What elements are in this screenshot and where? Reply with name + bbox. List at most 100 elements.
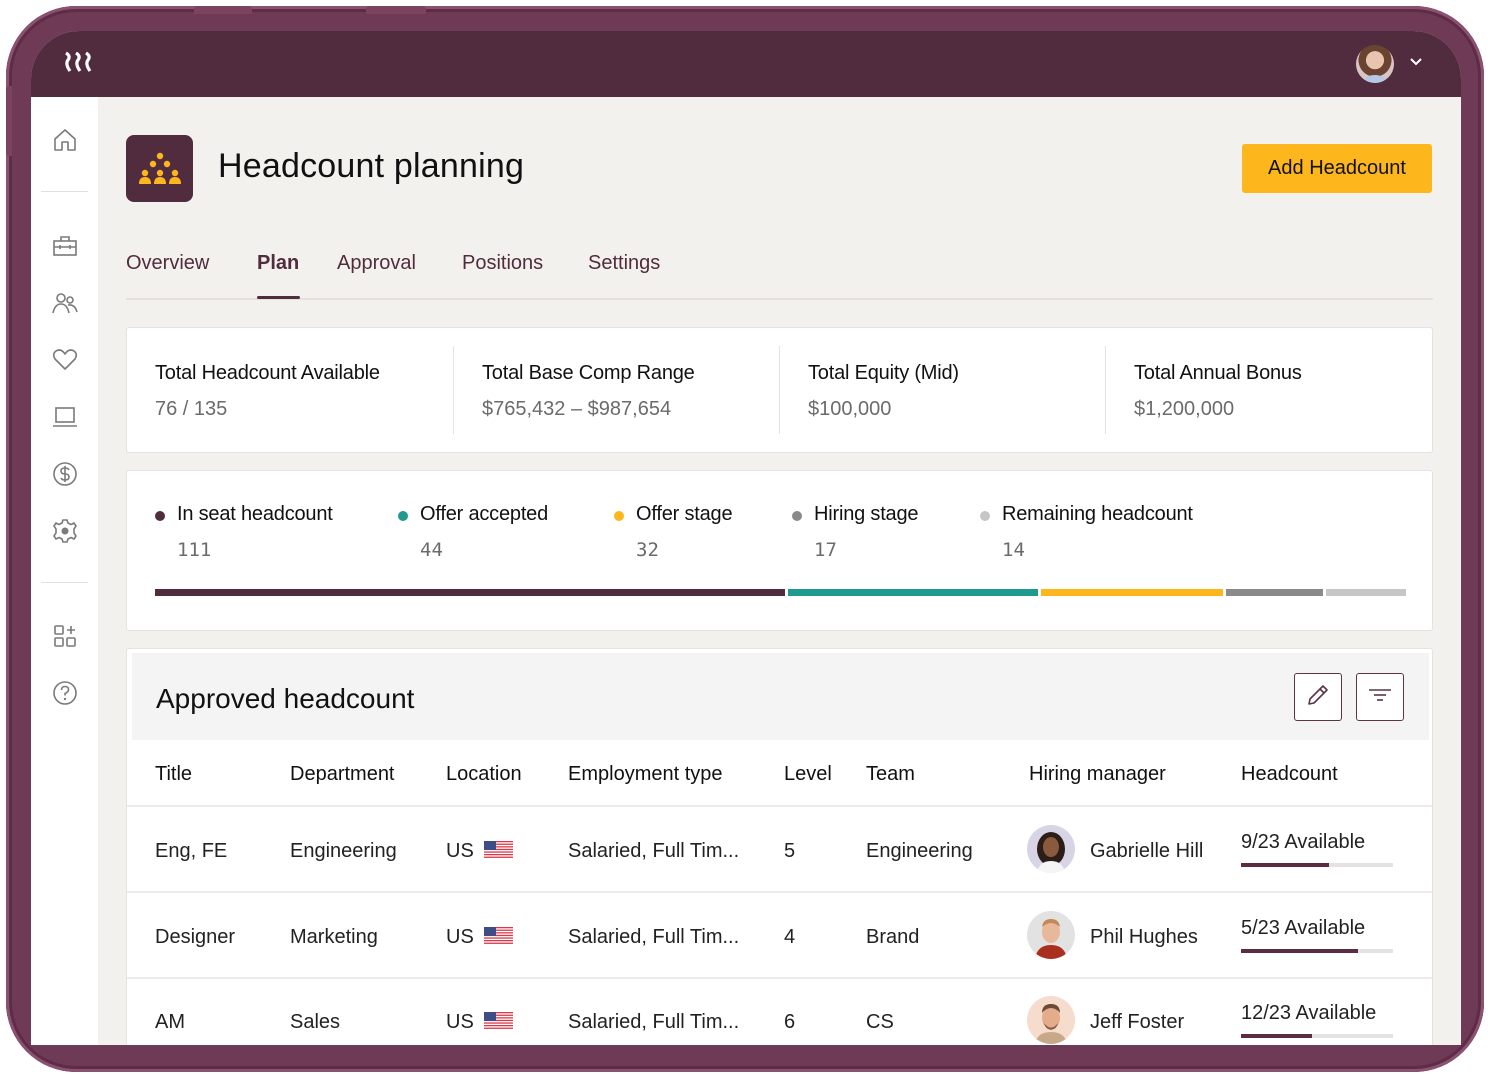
home-icon[interactable] bbox=[52, 127, 78, 153]
cell-headcount: 12/23 Available bbox=[1241, 1002, 1377, 1024]
help-icon[interactable] bbox=[52, 680, 78, 706]
pipeline-segment-offer-stage bbox=[1041, 589, 1223, 596]
legend-label: Remaining headcount bbox=[1002, 503, 1193, 525]
location-text: US bbox=[446, 926, 474, 948]
stat-divider bbox=[1105, 346, 1106, 434]
gear-icon[interactable] bbox=[52, 518, 78, 544]
row-divider bbox=[127, 977, 1432, 979]
column-header-department[interactable]: Department bbox=[290, 763, 395, 786]
row-divider bbox=[127, 805, 1432, 807]
column-header-team[interactable]: Team bbox=[866, 763, 915, 786]
page-title: Headcount planning bbox=[218, 147, 525, 185]
edit-button[interactable] bbox=[1294, 673, 1342, 721]
cell-hiring-manager[interactable]: Gabrielle Hill bbox=[1090, 840, 1203, 863]
stat-label: Total Annual Bonus bbox=[1134, 362, 1302, 384]
laptop-icon[interactable] bbox=[52, 404, 78, 430]
add-headcount-button[interactable]: Add Headcount bbox=[1242, 144, 1432, 193]
legend-dot bbox=[398, 511, 408, 521]
cell-hiring-manager[interactable]: Phil Hughes bbox=[1090, 926, 1198, 949]
device-button bbox=[366, 6, 426, 14]
manager-avatar bbox=[1027, 825, 1075, 873]
headcount-progress bbox=[1241, 949, 1393, 953]
headcount-icon bbox=[126, 135, 193, 202]
device-button bbox=[6, 86, 12, 156]
cell-employment-type: Salaried, Full Tim... bbox=[568, 1011, 740, 1033]
people-icon[interactable] bbox=[52, 290, 78, 316]
pencil-icon bbox=[1305, 682, 1331, 713]
legend-label: Offer accepted bbox=[420, 503, 549, 525]
headcount-progress-fill bbox=[1241, 863, 1330, 867]
cell-hiring-manager[interactable]: Jeff Foster bbox=[1090, 1011, 1184, 1034]
top-bar bbox=[31, 31, 1461, 97]
stats-summary: Total Headcount Available 76 / 135 Total… bbox=[126, 327, 1433, 453]
legend-label: In seat headcount bbox=[177, 503, 333, 525]
legend-value: 14 bbox=[1002, 539, 1025, 561]
legend-value: 17 bbox=[814, 539, 837, 561]
cell-department: Sales bbox=[290, 1011, 341, 1033]
stat-divider bbox=[453, 346, 454, 434]
main-content: Headcount planning Add Headcount Overvie… bbox=[98, 97, 1461, 1045]
row-divider bbox=[127, 891, 1432, 893]
column-header-title[interactable]: Title bbox=[155, 763, 192, 786]
legend-value: 32 bbox=[636, 539, 659, 561]
tab-plan[interactable]: Plan bbox=[257, 252, 299, 275]
us-flag-icon bbox=[483, 1012, 513, 1030]
cell-level: 6 bbox=[784, 1011, 796, 1033]
cell-team: Brand bbox=[866, 926, 920, 948]
tab-positions[interactable]: Positions bbox=[462, 252, 543, 275]
headcount-progress-fill bbox=[1241, 1034, 1313, 1038]
cell-department: Marketing bbox=[290, 926, 378, 948]
tab-approval[interactable]: Approval bbox=[337, 252, 416, 275]
heart-icon[interactable] bbox=[52, 347, 78, 373]
column-header-level[interactable]: Level bbox=[784, 763, 832, 786]
stat-label: Total Equity (Mid) bbox=[808, 362, 959, 384]
column-header-location[interactable]: Location bbox=[446, 763, 522, 786]
chevron-down-icon[interactable] bbox=[1409, 55, 1423, 74]
tab-overview[interactable]: Overview bbox=[126, 252, 209, 275]
tab-bar: Overview Plan Approval Positions Setting… bbox=[126, 252, 1433, 300]
rippling-logo-icon[interactable] bbox=[63, 51, 93, 78]
cell-level: 5 bbox=[784, 840, 796, 862]
location-text: US bbox=[446, 1011, 474, 1033]
cell-location: US bbox=[446, 1011, 513, 1034]
legend-dot bbox=[980, 511, 990, 521]
tab-settings[interactable]: Settings bbox=[588, 252, 660, 275]
user-avatar[interactable] bbox=[1356, 45, 1394, 83]
cell-team: Engineering bbox=[866, 840, 973, 862]
approved-headcount-table: Approved headcount Title Department Loca… bbox=[126, 648, 1433, 1045]
sidebar bbox=[31, 97, 98, 1045]
cell-employment-type: Salaried, Full Tim... bbox=[568, 926, 740, 948]
cell-location: US bbox=[446, 926, 513, 949]
legend-label: Hiring stage bbox=[814, 503, 919, 525]
headcount-progress-fill bbox=[1241, 949, 1359, 953]
pipeline-stacked-bar bbox=[155, 589, 1406, 596]
column-header-headcount[interactable]: Headcount bbox=[1241, 763, 1338, 786]
headcount-pipeline: In seat headcount 111 Offer accepted 44 … bbox=[126, 470, 1433, 631]
stat-value: $1,200,000 bbox=[1134, 398, 1235, 420]
apps-add-icon[interactable] bbox=[52, 623, 78, 649]
column-header-hiring-manager[interactable]: Hiring manager bbox=[1029, 763, 1166, 786]
cell-team: CS bbox=[866, 1011, 894, 1033]
briefcase-icon[interactable] bbox=[52, 233, 78, 259]
manager-avatar bbox=[1027, 996, 1075, 1044]
sidebar-divider bbox=[41, 582, 88, 583]
cell-title: Eng, FE bbox=[155, 840, 228, 862]
pipeline-segment-offer-accepted bbox=[788, 589, 1038, 596]
pipeline-segment-in-seat-headcount bbox=[155, 589, 785, 596]
location-text: US bbox=[446, 840, 474, 862]
legend-dot bbox=[155, 511, 165, 521]
pipeline-segment-hiring-stage bbox=[1226, 589, 1323, 596]
filter-button[interactable] bbox=[1356, 673, 1404, 721]
column-header-employment-type[interactable]: Employment type bbox=[568, 763, 723, 786]
cell-location: US bbox=[446, 840, 513, 863]
table-header-band: Approved headcount bbox=[132, 653, 1429, 740]
stat-value: $765,432 – $987,654 bbox=[482, 398, 672, 420]
legend-value: 44 bbox=[420, 539, 443, 561]
device-button bbox=[194, 6, 252, 14]
pipeline-segment-remaining-headcount bbox=[1326, 589, 1406, 596]
section-title: Approved headcount bbox=[156, 683, 415, 714]
cell-headcount: 5/23 Available bbox=[1241, 917, 1366, 939]
stat-label: Total Headcount Available bbox=[155, 362, 380, 384]
dollar-icon[interactable] bbox=[52, 461, 78, 487]
legend-label: Offer stage bbox=[636, 503, 733, 525]
